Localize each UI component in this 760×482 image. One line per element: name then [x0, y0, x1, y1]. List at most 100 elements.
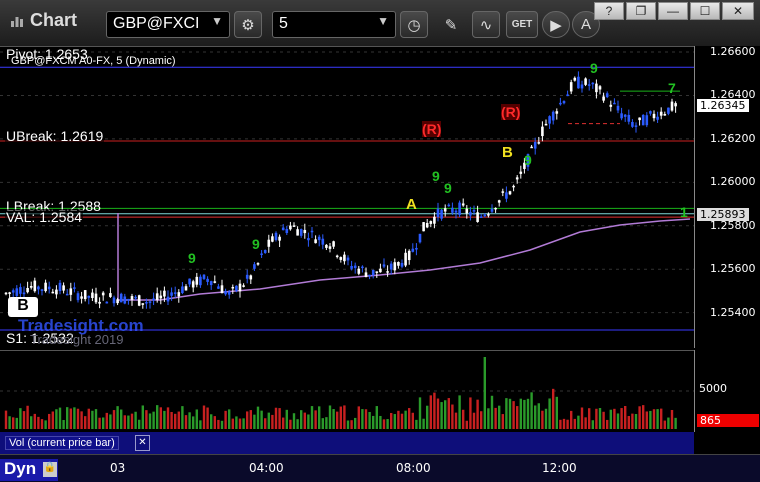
candle-body — [425, 222, 429, 228]
price-chart[interactable] — [0, 46, 760, 348]
volume-bar — [472, 412, 476, 429]
interval-select[interactable]: 5 ▼ — [272, 11, 396, 38]
vwap-price-tag: 1.25893 — [697, 208, 749, 221]
candle-body — [184, 286, 188, 291]
chevron-down-icon[interactable]: ▼ — [377, 14, 389, 28]
volume-bar — [498, 405, 501, 429]
volume-bar — [314, 410, 317, 429]
candle-body — [407, 250, 411, 261]
candle-body — [209, 281, 213, 286]
volume-bar — [674, 417, 677, 429]
panel-close-icon[interactable]: ✕ — [135, 435, 150, 451]
volume-bar — [296, 419, 299, 429]
draw-button[interactable]: ✎ — [437, 11, 465, 38]
volume-label[interactable]: Vol (current price bar) — [5, 436, 119, 450]
candle-body — [195, 276, 199, 285]
volume-bar — [112, 410, 116, 429]
symbol-input[interactable]: GBP@FXCI ▼ — [106, 11, 230, 38]
volume-bar — [649, 410, 652, 429]
help-button[interactable]: ? — [594, 2, 624, 20]
price-tick: 1.25400 — [710, 305, 756, 319]
candle-body — [613, 102, 616, 105]
volume-bar — [217, 419, 220, 429]
candle-body — [285, 229, 289, 234]
sequence-label: 7 — [668, 80, 676, 96]
candle-body — [591, 82, 595, 85]
candle-body — [91, 292, 94, 298]
volume-bar — [120, 409, 123, 429]
volume-bar — [8, 416, 11, 429]
candle-body — [566, 94, 569, 97]
time-axis[interactable]: 03 04:00 08:00 12:00 — [0, 454, 760, 482]
volume-bar — [303, 412, 306, 429]
candle-body — [353, 265, 357, 268]
candle-body — [116, 299, 119, 304]
b-badge[interactable]: B — [8, 297, 38, 317]
candle-body — [375, 271, 379, 273]
candle-body — [544, 123, 548, 126]
volume-bar — [271, 414, 274, 429]
chart-app-icon — [11, 17, 23, 27]
close-icon: ✕ — [732, 4, 744, 18]
volume-bar — [145, 410, 148, 429]
candle-body — [530, 146, 533, 149]
candle-body — [447, 204, 451, 207]
volume-bar — [609, 409, 612, 429]
volume-bar — [220, 420, 224, 429]
volume-bar — [440, 402, 443, 429]
volume-bar — [336, 411, 339, 429]
candle-body — [469, 212, 472, 216]
volume-bar — [328, 405, 332, 429]
volume-axis[interactable]: 5000 865 — [694, 350, 760, 432]
volume-bar — [44, 420, 47, 429]
maximize-button[interactable]: ☐ — [690, 2, 720, 20]
volume-bar — [253, 414, 256, 429]
volume-bar — [69, 408, 72, 429]
settings-button[interactable]: ⚙ — [234, 11, 262, 38]
volume-bar — [238, 418, 242, 429]
volume-bar — [159, 407, 162, 429]
volume-bar — [73, 407, 76, 429]
chevron-down-icon[interactable]: ▼ — [211, 14, 223, 28]
indicators-button[interactable]: ∿ — [472, 11, 500, 38]
volume-bar — [620, 408, 623, 429]
time-tick: 03 — [110, 461, 126, 475]
volume-bar — [163, 410, 166, 429]
candle-body — [364, 272, 368, 277]
volume-bar — [51, 411, 54, 429]
volume-bar — [490, 395, 494, 429]
candle-body — [641, 114, 645, 126]
sequence-label: 9 — [432, 168, 440, 184]
lock-icon[interactable]: 🔒 — [43, 462, 57, 477]
candle-body — [235, 285, 238, 291]
candle-body — [40, 289, 44, 291]
volume-bar — [152, 411, 155, 429]
volume-bar — [156, 405, 159, 429]
time-button[interactable]: ◷ — [400, 11, 428, 38]
candle-body — [314, 239, 317, 244]
close-button[interactable]: ✕ — [722, 2, 754, 20]
candle-body — [559, 102, 562, 105]
volume-bar — [566, 419, 569, 429]
dynamic-mode-button[interactable]: Dyn 🔒 — [0, 459, 58, 481]
candle-body — [638, 117, 641, 121]
price-tick: 1.26200 — [710, 131, 756, 145]
candle-body — [616, 105, 620, 111]
play-button[interactable]: ▶ — [542, 11, 570, 38]
candle-body — [155, 293, 159, 300]
candle-body — [623, 114, 627, 117]
volume-bar — [181, 406, 184, 429]
volume-bar — [393, 414, 396, 429]
volume-bar — [364, 409, 368, 429]
get-button[interactable]: GET — [506, 11, 538, 38]
volume-panel[interactable] — [0, 350, 694, 433]
volume-bar — [174, 413, 177, 429]
restore-button[interactable]: ❐ — [626, 2, 656, 20]
candle-body — [296, 229, 299, 236]
sequence-label: 9 — [590, 60, 598, 76]
candle-body — [4, 292, 8, 295]
minimize-button[interactable]: — — [658, 2, 688, 20]
volume-bar — [310, 406, 314, 429]
candle-body — [101, 292, 105, 296]
candle-body — [188, 278, 191, 285]
